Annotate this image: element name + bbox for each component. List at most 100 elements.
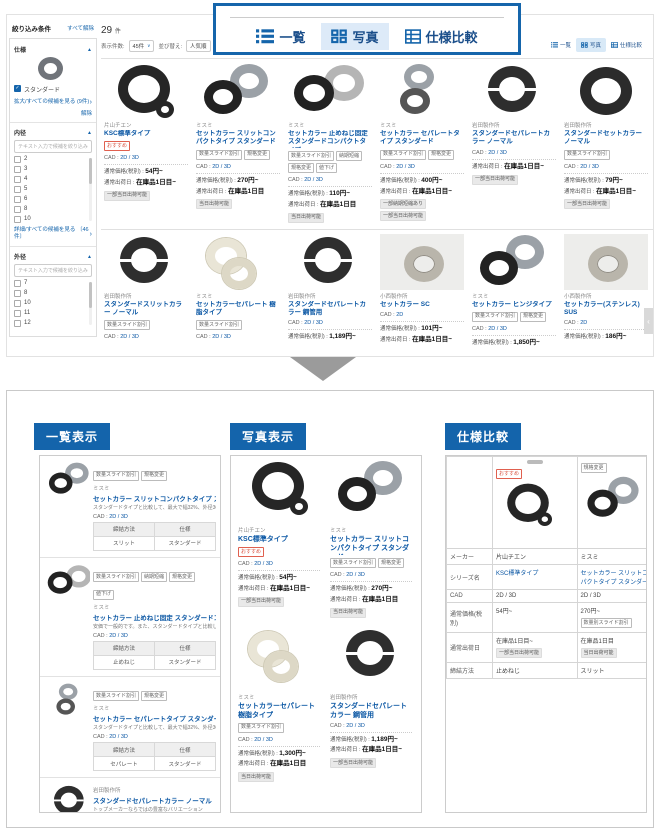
product-card[interactable]: ミスミ セットカラー 止めねじ固定 スタンダードコンパクトタイプ 数量スライド割… bbox=[285, 63, 377, 224]
checkbox[interactable] bbox=[14, 216, 21, 223]
cad-link[interactable]: 2D / 3D bbox=[396, 164, 415, 170]
product-link[interactable]: セットカラー スリットコンパクトタイプ スタンダード bbox=[93, 493, 216, 503]
product-link[interactable]: セットカラー セパレートタイプ スタンダード bbox=[93, 713, 216, 723]
series-link[interactable]: セットカラー スリットコンパクトタイプ スタンダード bbox=[577, 565, 647, 590]
filter-option[interactable]: 4 bbox=[14, 176, 87, 183]
view-photo-button[interactable]: 写真 bbox=[576, 38, 606, 52]
cad-link[interactable]: 2D / 3D bbox=[580, 164, 599, 170]
cad-link[interactable]: 2D / 3D bbox=[304, 177, 323, 183]
product-card[interactable]: 岩田製作所 スタンダードセパレートカラー 鋼管用 CAD : 2D / 3D 通… bbox=[325, 627, 417, 784]
checkbox[interactable] bbox=[14, 176, 21, 183]
product-link[interactable]: スタンダードセパレートカラー 鋼管用 bbox=[330, 702, 412, 720]
filter-option[interactable]: 12 bbox=[14, 320, 87, 327]
collapse-icon[interactable]: ▲ bbox=[87, 254, 92, 260]
checkbox[interactable] bbox=[14, 186, 21, 193]
product-link[interactable]: セットカラー(ステンレス) SUS bbox=[564, 301, 648, 318]
checkbox[interactable] bbox=[14, 300, 21, 307]
collapse-icon[interactable]: ▲ bbox=[87, 130, 92, 136]
cad-link[interactable]: 2D / 3D bbox=[304, 320, 323, 326]
cad-link[interactable]: 2D / 3D bbox=[488, 326, 507, 332]
cad-link[interactable]: 2D / 3D bbox=[109, 633, 128, 639]
filter-option[interactable]: 10 bbox=[14, 300, 87, 307]
product-card[interactable]: 片山チエン KSC標準タイプ おすすめ CAD : 2D / 3D 通常価格(税… bbox=[101, 63, 193, 224]
carousel-arrow-button[interactable]: ‹ bbox=[644, 308, 653, 334]
product-card[interactable]: 片山チエン KSC標準タイプ おすすめ CAD : 2D / 3D 通常価格(税… bbox=[233, 460, 325, 619]
inner-dia-filter-input[interactable]: テキスト入力で候補を絞り込み bbox=[14, 140, 92, 153]
product-link[interactable]: セットカラーセパレート 樹脂タイプ bbox=[238, 702, 320, 720]
series-link[interactable]: KSC標準タイプ bbox=[493, 565, 578, 590]
product-card[interactable]: 岩田製作所 スタンダードセパレートカラー ノーマル CAD : 2D / 3D … bbox=[469, 63, 561, 224]
spec-option-standard[interactable]: ✓ スタンダード bbox=[14, 85, 92, 94]
filter-option[interactable]: 11 bbox=[14, 310, 87, 317]
clear-all-link[interactable]: すべて解除 bbox=[67, 24, 94, 32]
filter-option[interactable]: 5 bbox=[14, 186, 87, 193]
filter-option[interactable]: 3 bbox=[14, 166, 87, 173]
view-list-button-large[interactable]: 一覧 bbox=[246, 23, 315, 50]
list-item[interactable]: 岩田製作所 スタンダードセパレートカラー ノーマル トップメーカーならではの豊富… bbox=[40, 778, 220, 813]
cad-link[interactable]: 2D / 3D bbox=[488, 150, 507, 156]
view-compare-button-large[interactable]: 仕様比較 bbox=[395, 23, 488, 50]
product-link[interactable]: セットカラー スリットコンパクトタイプ スタンダード bbox=[330, 535, 412, 555]
checkbox[interactable] bbox=[14, 320, 21, 327]
view-compare-button[interactable]: 仕様比較 bbox=[606, 38, 647, 52]
checkbox[interactable] bbox=[14, 206, 21, 213]
product-card[interactable]: ミスミ セットカラー セパレートタイプ スタンダード 数量スライド割引規格変更 … bbox=[377, 63, 469, 224]
product-link[interactable]: スタンダードスリットカラー ノーマル bbox=[104, 301, 188, 318]
checkbox[interactable] bbox=[14, 166, 21, 173]
cad-link[interactable]: 2D / 3D bbox=[346, 572, 365, 578]
checkbox[interactable] bbox=[14, 310, 21, 317]
cad-link[interactable]: 2D / 3D bbox=[120, 155, 139, 161]
list-item[interactable]: 数量スライド割引規格変更 ミスミ セットカラー セパレートタイプ スタンダード … bbox=[40, 677, 220, 779]
product-card[interactable]: ミスミ セットカラー スリットコンパクトタイプ スタンダード 数量スライド割引規… bbox=[325, 460, 417, 619]
spec-clear-link[interactable]: 解除 bbox=[81, 111, 92, 117]
filter-option[interactable]: 2 bbox=[14, 156, 87, 163]
product-link[interactable]: セットカラーセパレート 樹脂タイプ bbox=[196, 301, 280, 318]
outer-dia-filter-input[interactable]: テキスト入力で候補を絞り込み bbox=[14, 264, 92, 277]
cad-link[interactable]: 2D / 3D bbox=[254, 561, 273, 567]
spec-more-link[interactable]: 拡大/すべての候補を見る (9件) › bbox=[14, 98, 92, 107]
checkbox[interactable] bbox=[14, 280, 21, 287]
product-card[interactable]: 岩田製作所 スタンダードセットカラー ノーマル 数量スライド割引 CAD : 2… bbox=[561, 63, 653, 224]
drag-handle[interactable] bbox=[527, 460, 543, 464]
cad-link[interactable]: 2D / 3D bbox=[212, 164, 231, 170]
sort-select[interactable]: 人気順 bbox=[186, 40, 211, 52]
product-card[interactable]: ミスミ セットカラー ヒンジタイプ 数量スライド割引規格変更 CAD : 2D … bbox=[469, 234, 561, 350]
checkbox[interactable] bbox=[14, 156, 21, 163]
list-item[interactable]: 数量スライド割引規格変更 ミスミ セットカラー スリットコンパクトタイプ スタン… bbox=[40, 456, 220, 558]
filter-option[interactable]: 6 bbox=[14, 196, 87, 203]
cad-link[interactable]: 2D / 3D bbox=[109, 734, 128, 740]
cad-link[interactable]: 2D / 3D bbox=[109, 514, 128, 520]
scrollbar-thumb[interactable] bbox=[89, 282, 92, 308]
per-page-select[interactable]: 45件∨ bbox=[129, 40, 155, 52]
product-card[interactable]: 岩田製作所 スタンダードセパレートカラー 鋼管用 CAD : 2D / 3D 通… bbox=[285, 234, 377, 350]
checkbox-checked[interactable]: ✓ bbox=[14, 85, 21, 92]
filter-option[interactable]: 8 bbox=[14, 290, 87, 297]
collapse-icon[interactable]: ▲ bbox=[87, 47, 92, 53]
product-link[interactable]: セットカラー SC bbox=[380, 301, 464, 309]
cad-link[interactable]: 2D / 3D bbox=[346, 723, 365, 729]
product-card[interactable]: ミスミ セットカラーセパレート 樹脂タイプ 数量スライド割引 CAD : 2D … bbox=[233, 627, 325, 784]
filter-option[interactable]: 10 bbox=[14, 216, 87, 223]
checkbox[interactable] bbox=[14, 196, 21, 203]
product-card[interactable]: ミスミ セットカラー スリットコンパクトタイプ スタンダード 数量スライド割引規… bbox=[193, 63, 285, 224]
scrollbar-thumb[interactable] bbox=[89, 158, 92, 184]
list-item[interactable]: 数量スライド割引納期短縮規格変更値下げ ミスミ セットカラー 止めねじ固定 スタ… bbox=[40, 558, 220, 677]
filter-option[interactable]: 7 bbox=[14, 280, 87, 287]
checkbox[interactable] bbox=[14, 290, 21, 297]
product-link[interactable]: スタンダードセパレートカラー ノーマル bbox=[93, 795, 216, 805]
product-link[interactable]: セットカラー セパレートタイプ スタンダード bbox=[380, 130, 464, 147]
product-link[interactable]: セットカラー 止めねじ固定 スタンダードコンパクトタイプ bbox=[288, 130, 372, 148]
product-link[interactable]: スタンダードセパレートカラー 鋼管用 bbox=[288, 301, 372, 318]
inner-dia-more-link[interactable]: 詳細/すべての候補を見る 〔46件〕 › bbox=[14, 227, 92, 241]
product-link[interactable]: KSC標準タイプ bbox=[104, 130, 188, 138]
product-card[interactable]: 岩田製作所 スタンダードスリットカラー ノーマル 数量スライド割引 CAD : … bbox=[101, 234, 193, 350]
cad-link[interactable]: 2D bbox=[396, 312, 403, 318]
view-photo-button-large[interactable]: 写真 bbox=[321, 23, 388, 50]
compare-product-cell[interactable]: おすすめ bbox=[493, 457, 578, 549]
view-list-button[interactable]: 一覧 bbox=[546, 38, 576, 52]
product-link[interactable]: スタンダードセットカラー ノーマル bbox=[564, 130, 648, 147]
filter-option[interactable]: 8 bbox=[14, 206, 87, 213]
cad-link[interactable]: 2D bbox=[580, 320, 587, 326]
cad-link[interactable]: 2D / 3D bbox=[120, 334, 139, 340]
product-card[interactable]: 小西製作所 セットカラー(ステンレス) SUS CAD : 2D 通常価格(税別… bbox=[561, 234, 653, 350]
